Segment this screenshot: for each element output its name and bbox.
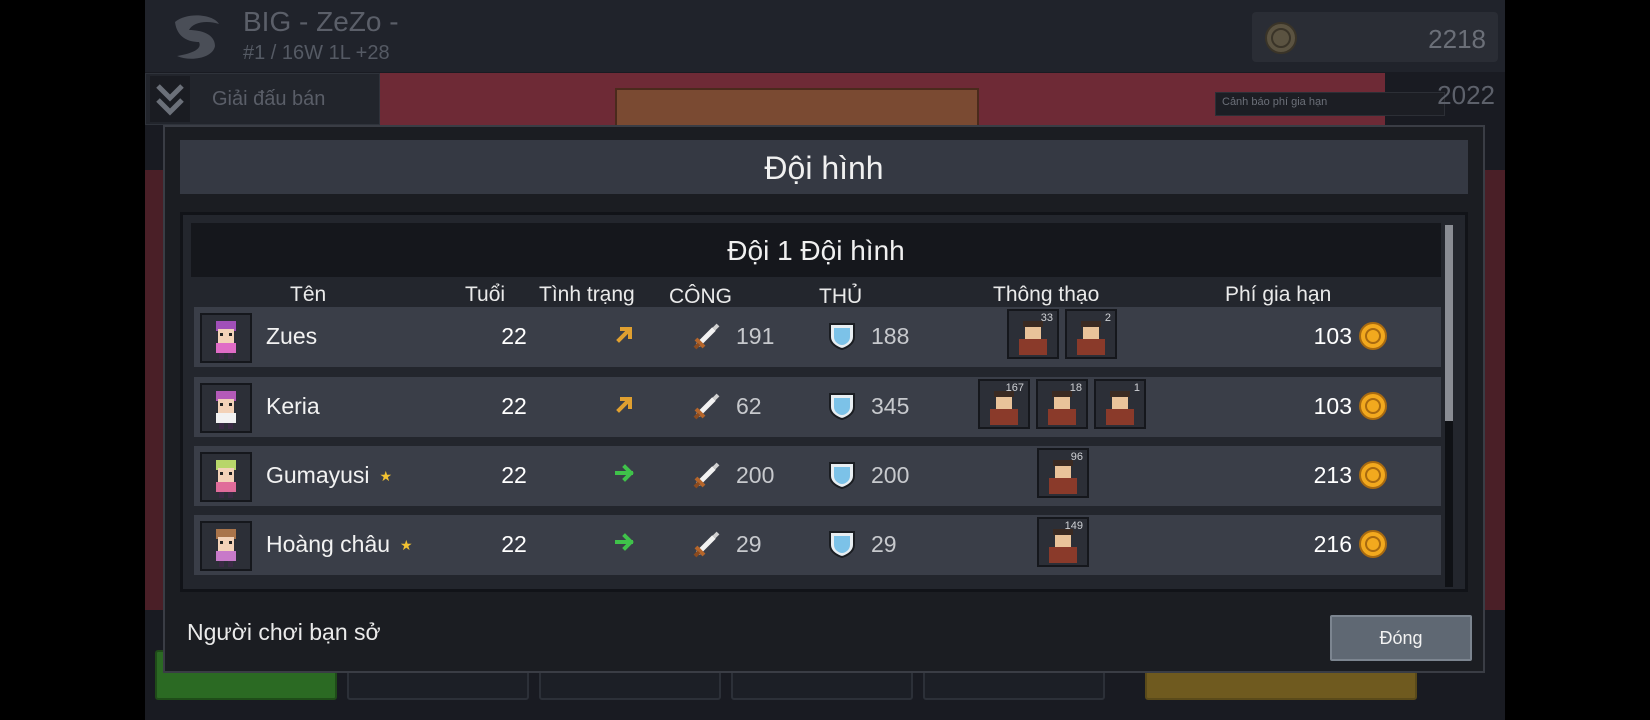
defense-value: 29 (871, 531, 897, 557)
attack-value: 29 (736, 531, 762, 557)
star-icon: ★ (400, 537, 413, 554)
column-header-name: Tên (290, 283, 327, 306)
sponsor-count: 2 (1104, 312, 1111, 324)
player-name: Hoàng châu ★ (266, 531, 413, 557)
trend-right-arrow-icon (615, 464, 634, 482)
roster-subheader: Đội 1 Đội hình (191, 223, 1441, 277)
scrollbar[interactable] (1445, 225, 1453, 587)
tournament-button[interactable]: Giải đấu bán (145, 73, 380, 125)
sponsor-card[interactable]: 33 (1007, 309, 1059, 359)
top-bar: BIG - ZeZo - #1 / 16W 1L +28 2218 (145, 0, 1505, 72)
coin-icon (1359, 461, 1387, 489)
player-age: 22 (501, 323, 527, 349)
coin-icon (1359, 530, 1387, 558)
player-name: Gumayusi ★ (266, 462, 393, 488)
footer-text: Người chơi bạn sở (187, 619, 381, 645)
dragon-logo-icon (175, 15, 219, 59)
scroll-thumb[interactable] (1445, 225, 1453, 421)
renewal-fee: 103 (1313, 323, 1352, 349)
player-avatar (200, 452, 252, 502)
coin-amount: 2218 (1428, 24, 1486, 54)
sponsor-count: 96 (1070, 451, 1083, 463)
renewal-fee: 213 (1313, 462, 1352, 488)
sponsor-card[interactable]: 2 (1065, 309, 1117, 359)
player-avatar (200, 383, 252, 433)
player-name: Zues (266, 323, 318, 349)
sponsor-card[interactable]: 96 (1037, 448, 1089, 498)
player-row[interactable]: Zues 22 191 188 33 2 103 (194, 307, 1441, 367)
player-age: 22 (501, 462, 527, 488)
player-avatar (200, 313, 252, 363)
chevron-down-icon (150, 76, 190, 122)
renewal-warning-tooltip: Cảnh báo phí gia hạn (1215, 92, 1445, 116)
player-row[interactable]: Keria 22 62 345 167 18 1 103 (194, 377, 1441, 437)
team-title: BIG - ZeZo - (243, 6, 399, 37)
sword-icon (693, 462, 720, 489)
sponsor-count: 167 (1005, 382, 1024, 394)
renewal-fee: 103 (1313, 393, 1352, 419)
column-header-fee: Phí gia hạn (1225, 283, 1332, 306)
player-name: Keria (266, 393, 320, 419)
trend-right-arrow-icon (615, 533, 634, 551)
shield-icon (829, 531, 855, 559)
year-display: 2022 (1437, 80, 1495, 110)
player-row[interactable]: Gumayusi ★ 22 200 200 96 213 (194, 446, 1441, 506)
side-panel-left (145, 170, 165, 610)
shield-icon (829, 393, 855, 421)
renewal-fee: 216 (1313, 531, 1352, 557)
side-panel-right (1483, 170, 1505, 610)
roster-dialog: Đội hình Đội 1 Đội hình Tên Tuổi Tình tr… (163, 125, 1485, 673)
sponsor-card[interactable]: 149 (1037, 517, 1089, 567)
sword-icon (693, 531, 720, 558)
player-avatar (200, 521, 252, 571)
tournament-label: Giải đấu bán (212, 88, 326, 110)
trend-up-arrow-icon (616, 327, 632, 343)
column-header-status: Tình trạng (539, 283, 635, 306)
column-header-attack: CÔNG (669, 285, 732, 308)
column-header-age: Tuổi (465, 283, 506, 306)
player-row[interactable]: Hoàng châu ★ 22 29 29 149 216 (194, 515, 1441, 575)
defense-value: 188 (871, 323, 910, 349)
shield-icon (829, 462, 855, 490)
sponsor-count: 1 (1133, 382, 1140, 394)
player-age: 22 (501, 531, 527, 557)
attack-value: 62 (736, 393, 762, 419)
team-record: #1 / 16W 1L +28 (243, 42, 390, 64)
coin-icon (1359, 392, 1387, 420)
attack-value: 191 (736, 323, 775, 349)
sword-icon (693, 393, 720, 420)
shield-icon (829, 323, 855, 351)
sponsor-count: 33 (1040, 312, 1053, 324)
close-button[interactable]: Đóng (1330, 615, 1472, 661)
star-icon: ★ (379, 468, 393, 485)
coin-icon (1265, 22, 1297, 54)
trend-up-arrow-icon (616, 397, 632, 413)
coin-icon (1359, 322, 1387, 350)
defense-value: 200 (871, 462, 910, 488)
defense-value: 345 (871, 393, 910, 419)
coin-balance: 2218 (1252, 12, 1498, 62)
sword-icon (693, 323, 720, 350)
roster-panel: Đội 1 Đội hình Tên Tuổi Tình trạng CÔNG … (180, 212, 1468, 592)
roster-subtitle: Đội 1 Đội hình (727, 235, 905, 266)
sponsor-card[interactable]: 1 (1094, 379, 1146, 429)
sponsor-count: 149 (1064, 520, 1083, 532)
player-age: 22 (501, 393, 527, 419)
sponsor-count: 18 (1069, 382, 1082, 394)
attack-value: 200 (736, 462, 775, 488)
sponsor-card[interactable]: 18 (1036, 379, 1088, 429)
arena-roof (615, 88, 979, 128)
sponsor-card[interactable]: 167 (978, 379, 1030, 429)
column-header-defense: THỦ (819, 285, 863, 308)
column-header-sponsors: Thông thạo (993, 283, 1100, 306)
dialog-title: Đội hình (764, 150, 884, 186)
dialog-header: Đội hình (180, 140, 1468, 194)
